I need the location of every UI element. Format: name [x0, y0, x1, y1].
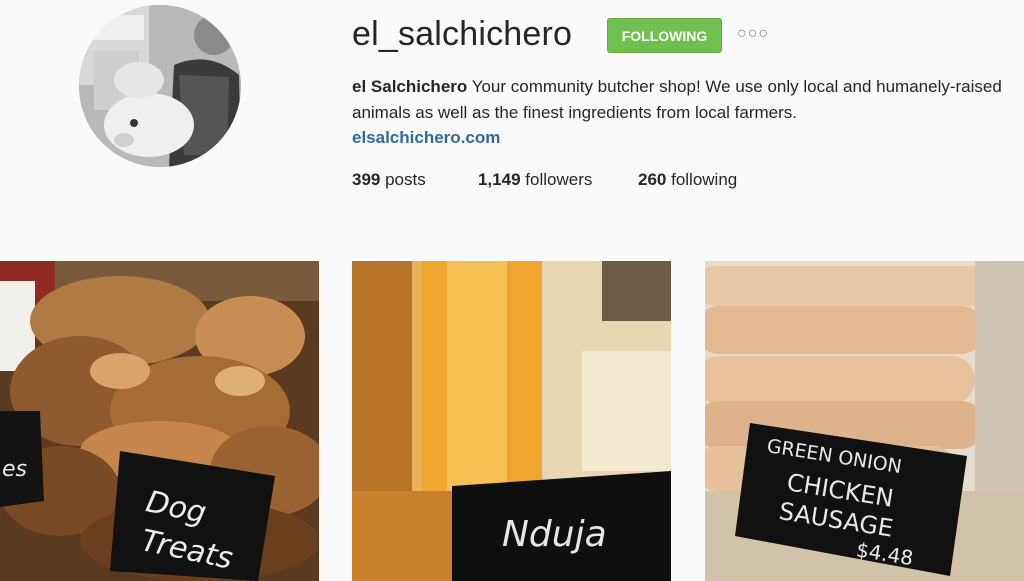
following-stat[interactable]: 260 following	[638, 170, 737, 190]
profile-username: el_salchichero	[352, 15, 573, 53]
followers-count: 1,149	[478, 170, 521, 189]
post-photo-dog-treats: es Dog Treats	[0, 261, 319, 581]
profile-avatar	[79, 5, 241, 167]
profile-bio: el Salchichero Your community butcher sh…	[352, 74, 1002, 126]
avatar-photo	[79, 5, 241, 167]
bio-name: el Salchichero	[352, 77, 468, 96]
posts-stat: 399 posts	[352, 170, 426, 190]
post-thumbnail[interactable]: Nduja	[352, 261, 671, 581]
post-sign-text: Nduja	[502, 514, 607, 555]
followers-label: followers	[520, 170, 593, 189]
post-photo-nduja: Nduja	[352, 261, 671, 581]
followers-stat[interactable]: 1,149 followers	[478, 170, 592, 190]
following-count: 260	[638, 170, 667, 189]
posts-label: posts	[380, 170, 426, 189]
post-thumbnail[interactable]: es Dog Treats	[0, 261, 319, 581]
profile-website-link[interactable]: elsalchichero.com	[352, 128, 500, 148]
following-label: following	[666, 170, 738, 189]
more-options-icon[interactable]: ○○○	[737, 25, 769, 43]
post-photo-chicken-sausage: GREEN ONION CHICKEN SAUSAGE $4.48	[705, 261, 1024, 581]
following-button[interactable]: FOLLOWING	[607, 18, 722, 53]
posts-count: 399	[352, 170, 381, 189]
post-sign-side-text: es	[2, 457, 27, 482]
post-thumbnail[interactable]: GREEN ONION CHICKEN SAUSAGE $4.48	[705, 261, 1024, 581]
